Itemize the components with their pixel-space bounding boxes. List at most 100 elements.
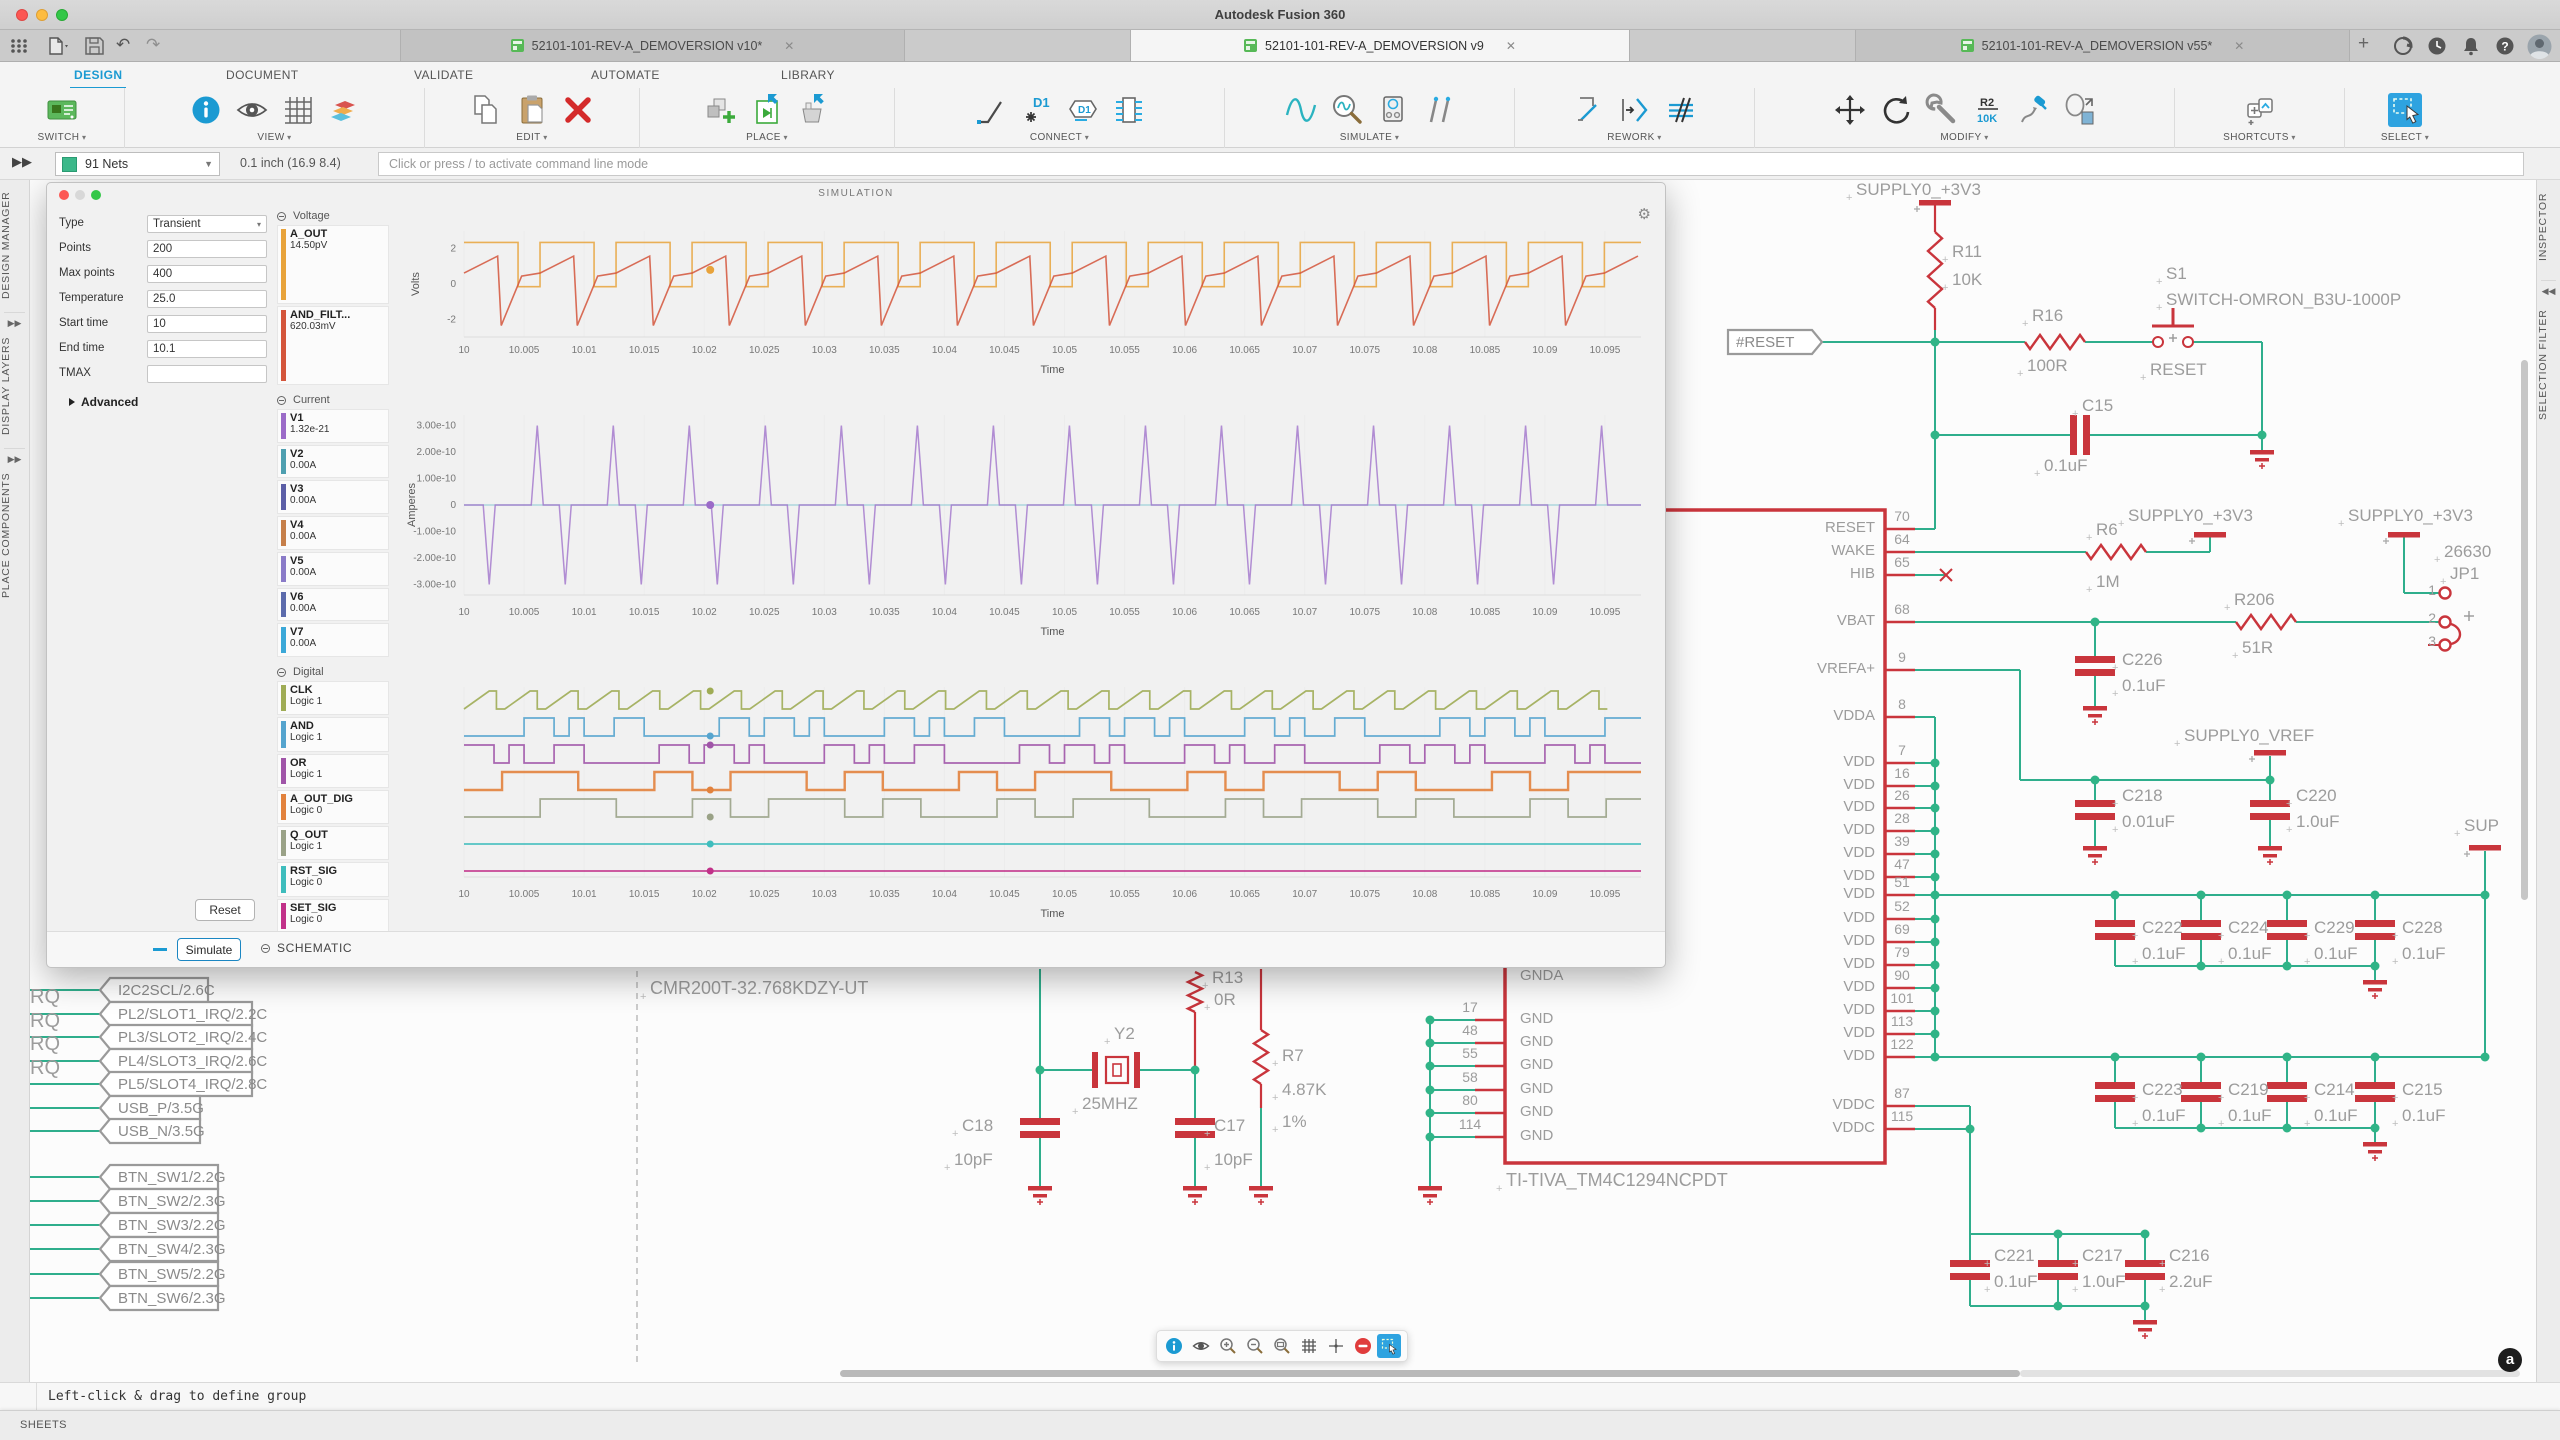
ribbon-tab-document[interactable]: DOCUMENT [222, 66, 303, 87]
schematic-label[interactable]: JP1 [2450, 564, 2479, 584]
select-box-icon[interactable] [1377, 1334, 1401, 1358]
schematic-label[interactable]: C18 [962, 1116, 993, 1136]
legend-item-a_out_dig[interactable]: A_OUT_DIGLogic 0 [277, 790, 389, 824]
info-icon[interactable] [189, 93, 223, 127]
schematic-label[interactable]: 0.1uF [2228, 944, 2271, 964]
rotate-icon[interactable] [1879, 93, 1913, 127]
new-tab-button[interactable]: + [2358, 33, 2382, 55]
legend-item-v3[interactable]: V30.00A [277, 480, 389, 514]
section-toggle-icon[interactable] [277, 668, 286, 677]
schematic-label[interactable]: Y2 [1114, 1024, 1135, 1044]
schematic-label[interactable]: CMR200T-32.768KDZY-UT [650, 978, 868, 999]
legend-item-q_out[interactable]: Q_OUTLogic 1 [277, 826, 389, 860]
undo-icon[interactable]: ↶ [116, 35, 140, 57]
schematic-label[interactable]: 1M [2096, 572, 2120, 592]
change-value-icon[interactable]: R210K [1971, 93, 2005, 127]
schematic-label[interactable]: R7 [1282, 1046, 1304, 1066]
sine-wave-icon[interactable] [1284, 93, 1318, 127]
save-icon[interactable] [82, 35, 106, 57]
help-icon[interactable]: ? [2494, 35, 2516, 57]
schematic-label[interactable]: C17 [1214, 1116, 1245, 1136]
legend-item-and_filt...[interactable]: AND_FILT...620.03mV [277, 306, 389, 385]
group-label-edit[interactable]: EDIT [516, 132, 547, 143]
scope-magnifier-icon[interactable] [1330, 93, 1364, 127]
schematic-label[interactable]: C214 [2314, 1080, 2355, 1100]
legend-item-v7[interactable]: V70.00A [277, 623, 389, 657]
schematic-label[interactable]: 1% [1282, 1112, 1307, 1132]
info-icon[interactable] [1162, 1334, 1186, 1358]
collapse-icon[interactable]: ◀◀ [2537, 286, 2560, 297]
simulate-button[interactable]: Simulate [177, 938, 241, 961]
schematic-label[interactable]: 10pF [954, 1150, 993, 1170]
horizontal-scrollbar-track[interactable] [2020, 1370, 2520, 1377]
visibility-eye-icon[interactable] [1189, 1334, 1213, 1358]
ribbon-tab-library[interactable]: LIBRARY [777, 66, 839, 87]
layers-icon[interactable] [327, 93, 361, 127]
zoom-fit-icon[interactable] [1270, 1334, 1294, 1358]
group-label-modify[interactable]: MODIFY [1940, 132, 1988, 143]
design-manager-tab[interactable]: DESIGN MANAGER [0, 188, 29, 303]
schematic-label[interactable]: R11 [1952, 242, 1982, 262]
schematic-label[interactable]: C219 [2228, 1080, 2269, 1100]
select-box-icon[interactable] [2388, 93, 2422, 127]
net-name-icon[interactable]: D1 [1020, 93, 1054, 127]
net-wire-icon[interactable] [974, 93, 1008, 127]
copy-icon[interactable] [469, 93, 503, 127]
schematic-label[interactable]: 4.87K [1282, 1080, 1326, 1100]
redo-icon[interactable]: ↷ [146, 35, 170, 57]
legend-item-v1[interactable]: V11.32e-21 [277, 409, 389, 443]
param-input-temperature[interactable]: 25.0 [147, 290, 267, 308]
close-tab-icon[interactable]: ✕ [784, 39, 794, 53]
origin-crosshair-icon[interactable] [1324, 1334, 1348, 1358]
sheets-bar[interactable]: SHEETS [0, 1410, 2560, 1440]
schematic-label[interactable]: C226 [2122, 650, 2163, 670]
schematic-label[interactable]: SUPPLY0_+3V3 [1856, 180, 1981, 200]
schematic-label[interactable]: C15 [2082, 396, 2113, 416]
place-component-icon[interactable] [704, 93, 738, 127]
param-input-points[interactable]: 200 [147, 240, 267, 258]
ribbon-tab-validate[interactable]: VALIDATE [410, 66, 477, 87]
legend-item-v6[interactable]: V60.00A [277, 588, 389, 622]
wrench-icon[interactable] [1925, 93, 1959, 127]
place-components-tab[interactable]: PLACE COMPONENTS [0, 468, 29, 603]
schematic-label[interactable]: 0.1uF [2122, 676, 2165, 696]
swap-device-icon[interactable] [2017, 93, 2051, 127]
schematic-label[interactable]: 10K [1952, 270, 1982, 290]
multimeter-icon[interactable] [1376, 93, 1410, 127]
schematic-label[interactable]: SUPPLY0_+3V3 [2128, 506, 2253, 526]
expand-icon[interactable]: ▶▶ [0, 318, 29, 329]
close-tab-icon[interactable]: ✕ [1506, 39, 1516, 53]
job-status-icon[interactable] [2392, 35, 2414, 57]
simulation-panel[interactable]: SIMULATION Advanced Reset VoltageA_OUT14… [46, 182, 1666, 968]
param-input-max-points[interactable]: 400 [147, 265, 267, 283]
advanced-toggle[interactable]: Advanced [69, 395, 138, 409]
file-menu-icon[interactable] [44, 35, 68, 57]
place-part-icon[interactable] [796, 93, 830, 127]
schematic-label[interactable]: 0.01uF [2122, 812, 2175, 832]
shortcuts-icon[interactable] [2243, 93, 2277, 127]
group-label-shortcuts[interactable]: SHORTCUTS [2223, 132, 2296, 143]
probes-icon[interactable] [1422, 93, 1456, 127]
schematic-label[interactable]: 10pF [1214, 1150, 1253, 1170]
legend-item-or[interactable]: ORLogic 1 [277, 754, 389, 788]
schematic-label[interactable]: C220 [2296, 786, 2337, 806]
group-label-view[interactable]: VIEW [257, 132, 291, 143]
schematic-label[interactable]: SUPPLY0_VREF [2184, 726, 2314, 746]
net-class-icon[interactable]: D1 [1066, 93, 1100, 127]
schematic-label[interactable]: C229 [2314, 918, 2355, 938]
group-label-connect[interactable]: CONNECT [1030, 132, 1089, 143]
ribbon-tab-design[interactable]: DESIGN [70, 66, 126, 90]
schematic-label[interactable]: C228 [2402, 918, 2443, 938]
schematic-label[interactable]: 26630 [2444, 542, 2491, 562]
group-label-select[interactable]: SELECT [2381, 132, 2429, 143]
grid-settings-icon[interactable] [1297, 1334, 1321, 1358]
command-line-input[interactable] [378, 152, 2524, 176]
schematic-label[interactable]: S1 [2166, 264, 2187, 284]
schematic-label[interactable]: C216 [2169, 1246, 2210, 1266]
inspector-tab[interactable]: INSPECTOR [2537, 184, 2560, 269]
schematic-label[interactable]: SUP [2464, 816, 2499, 836]
schematic-label[interactable]: 0.1uF [2228, 1106, 2271, 1126]
legend-item-v2[interactable]: V20.00A [277, 445, 389, 479]
legend-item-a_out[interactable]: A_OUT14.50pV [277, 225, 389, 304]
nets-dropdown[interactable]: 91 Nets ▼ [55, 152, 220, 176]
